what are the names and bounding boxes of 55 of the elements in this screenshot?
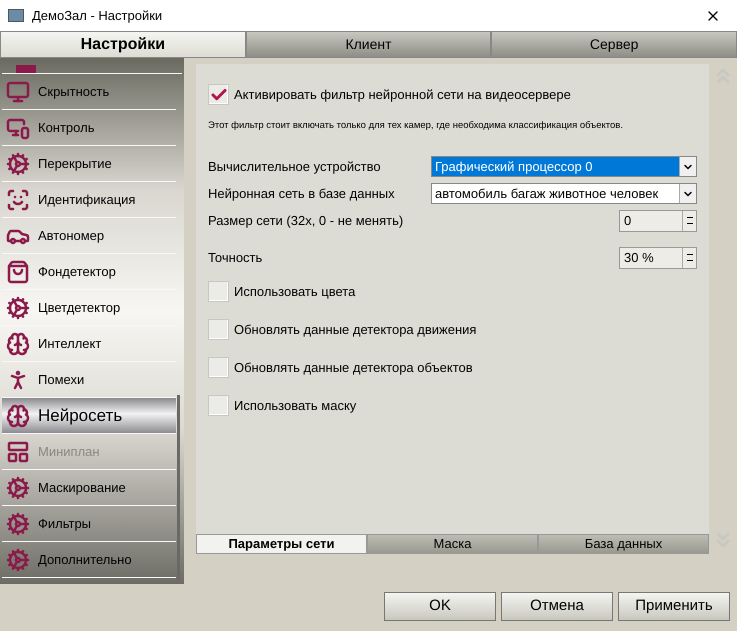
sidebar-item[interactable]: Маскирование (2, 470, 176, 506)
gear-icon (6, 296, 30, 320)
gear-icon (6, 152, 30, 176)
tab[interactable]: Клиент (246, 31, 492, 58)
floor-plan-icon (6, 440, 30, 464)
checkbox-label: Активировать фильтр нейронной сети на видеосервере (234, 86, 571, 104)
checkbox[interactable] (208, 319, 229, 340)
sidebar-item[interactable]: Автономер (2, 218, 176, 254)
dropdown[interactable]: Графический процессор 0 (431, 156, 697, 178)
sidebar-item[interactable]: Цветдетектор (2, 290, 176, 326)
sidebar-item[interactable]: Нейросеть (2, 398, 176, 434)
spin-field[interactable]: 0 (619, 210, 697, 232)
sidebar-item[interactable]: Фильтры (2, 506, 176, 542)
dialog-button[interactable]: OK (384, 592, 496, 621)
sidebar-item[interactable]: Скрытность (2, 74, 176, 110)
brain-icon (6, 404, 30, 428)
face-icon (6, 188, 30, 212)
field-label: Точность (208, 249, 264, 267)
tab[interactable]: Сервер (491, 31, 737, 58)
bag-icon (6, 260, 30, 284)
gear-icon (6, 476, 30, 500)
app-icon (8, 9, 24, 22)
sidebar-item[interactable]: Контроль (2, 110, 176, 146)
gear-icon (6, 548, 30, 572)
spin-arrows-icon[interactable] (682, 210, 696, 231)
checkbox[interactable] (208, 357, 229, 378)
window-title: ДемоЗал - Настройки (32, 6, 162, 25)
field-label: Размер сети (32x, 0 - не менять) (208, 212, 404, 230)
tab[interactable]: Настройки (0, 31, 246, 58)
checkbox-label: Использовать маску (234, 397, 356, 415)
sidebar-item[interactable]: Идентификация (2, 182, 176, 218)
spin-arrows-icon[interactable] (682, 248, 696, 268)
brain-icon (6, 332, 30, 356)
monitor-icon (6, 80, 30, 104)
checkbox[interactable] (208, 395, 229, 416)
dialog-button[interactable]: Отмена (501, 592, 613, 621)
tab[interactable]: Маска (367, 534, 538, 554)
sidebar-item[interactable]: Интеллект (2, 326, 176, 362)
field-label: Нейронная сеть в базе данных (208, 185, 396, 203)
field-label: Вычислительное устройство (208, 158, 382, 176)
checkbox-label: Использовать цвета (234, 283, 356, 301)
gear-icon (6, 512, 30, 536)
checkbox-label: Обновлять данные детектора движения (234, 321, 476, 339)
tab[interactable]: База данных (538, 534, 709, 554)
checkbox[interactable] (208, 84, 229, 105)
sidebar-item[interactable]: Дополнительно (2, 542, 176, 578)
dropdown[interactable]: автомобиль багаж животное человек (431, 183, 697, 204)
sidebar-item[interactable]: Перекрытие (2, 146, 176, 182)
checkbox-label: Обновлять данные детектора объектов (234, 359, 473, 377)
hint-text: Этот фильтр стоит включать только для тех камер, где необходима классификация объектов. (208, 119, 624, 133)
checkbox[interactable] (208, 281, 229, 302)
tab[interactable]: Параметры сети (196, 534, 367, 554)
dialog-button[interactable]: Применить (618, 592, 730, 621)
sidebar-item[interactable]: Фондетектор (2, 254, 176, 290)
spin-field[interactable]: 30 % (619, 246, 697, 269)
